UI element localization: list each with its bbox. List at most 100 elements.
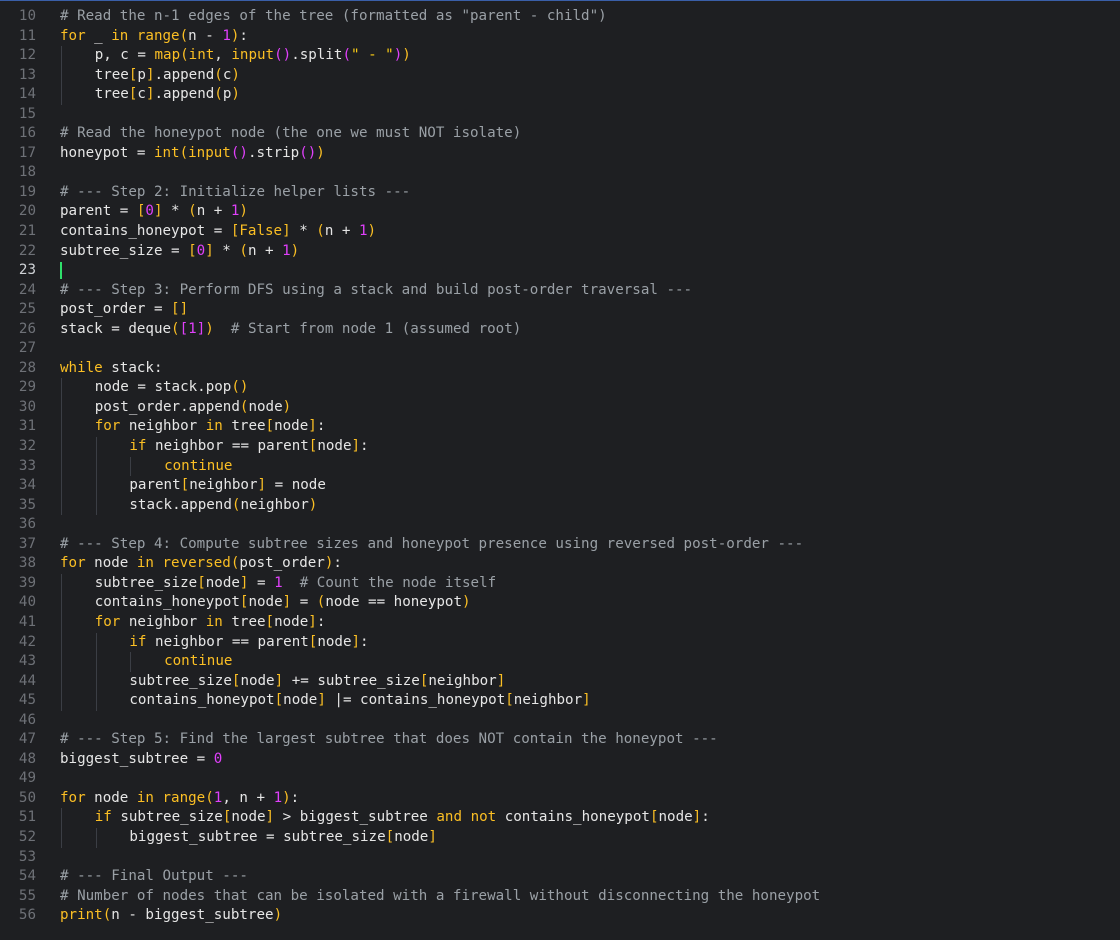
code-text: # Number of nodes that can be isolated w… (60, 887, 820, 907)
code-line[interactable]: 49 (0, 769, 1120, 789)
indent-guide (95, 671, 97, 692)
code-token: 1 (273, 789, 283, 806)
indent-guide (130, 652, 132, 672)
code-token: for (60, 27, 86, 44)
code-line[interactable]: 46 (0, 711, 1120, 731)
code-token: # Count the node itself (299, 574, 497, 591)
code-line[interactable]: 32 if neighbor == parent[node]: (0, 437, 1120, 457)
code-token: ] (145, 86, 155, 103)
code-line[interactable]: 51 if subtree_size[node] > biggest_subtre… (0, 808, 1120, 828)
code-token: reversed (162, 555, 231, 572)
code-line[interactable]: 33 continue (0, 456, 1120, 477)
indent-guide (61, 85, 62, 105)
line-number: 39 (18, 574, 36, 591)
line-number: 28 (18, 359, 36, 376)
code-line[interactable]: 29 node = stack.pop() (0, 378, 1120, 398)
code-line[interactable]: 44 subtree_size[node] += subtree_size[nei… (0, 671, 1120, 692)
line-number: 31 (18, 418, 36, 435)
code-token: [ (505, 692, 514, 709)
code-line[interactable]: 50 for node in range(1, n + 1): (0, 789, 1120, 809)
code-token: ] (317, 692, 326, 709)
code-token: for (94, 418, 121, 435)
code-token: = (291, 594, 317, 611)
code-line[interactable]: 30 post_order.append(node) (0, 397, 1120, 418)
code-line[interactable]: 22 subtree_size = [0] * (n + 1) (0, 242, 1120, 262)
code-line[interactable]: 41 for neighbor in tree[node]: (0, 612, 1120, 633)
code-line[interactable]: 23 (0, 261, 1120, 281)
code-line[interactable]: 39 subtree_size[node] = 1 # Count the nod… (0, 573, 1120, 594)
code-line[interactable]: 13 tree[p].append(c) (0, 65, 1120, 86)
line-number: 30 (18, 398, 36, 415)
code-line[interactable]: 40 contains_honeypot[node] = (node == hon… (0, 593, 1120, 613)
code-line[interactable]: 28 while stack: (0, 359, 1120, 379)
code-text: parent[neighbor] = node (129, 476, 325, 496)
code-line[interactable]: 24 # --- Step 3: Perform DFS using a stac… (0, 281, 1120, 301)
code-line[interactable]: 20 parent = [0] * (n + 1) (0, 202, 1120, 222)
code-line[interactable]: 19 # --- Step 2: Initialize helper lists … (0, 183, 1120, 203)
code-line[interactable]: 38 for node in reversed(post_order): (0, 554, 1120, 574)
code-token: ] (308, 613, 317, 630)
code-line[interactable]: 36 (0, 515, 1120, 535)
code-token: neighbor (120, 418, 206, 435)
code-text: for neighbor in tree[node]: (95, 417, 326, 437)
code-line[interactable]: 10 # Read the n-1 edges of the tree (form… (0, 7, 1120, 27)
code-line[interactable]: 26 stack = deque([1]) # Start from node 1… (0, 320, 1120, 340)
code-token: : (333, 555, 342, 572)
code-token: ] (153, 203, 163, 220)
code-line[interactable]: 12 p, c = map(int, input().split(" - ")) (0, 46, 1120, 66)
code-token: [ (265, 418, 275, 435)
code-token: node (231, 809, 266, 826)
code-line[interactable]: 35 stack.append(neighbor) (0, 495, 1120, 516)
indent-guide (95, 456, 97, 477)
indent-guide (95, 691, 97, 711)
code-line[interactable]: 47 # --- Step 5: Find the largest subtree… (0, 730, 1120, 750)
code-line[interactable]: 17 honeypot = int(input().strip()) (0, 144, 1120, 164)
code-token: node = stack.pop (94, 379, 232, 396)
code-line[interactable]: 48 biggest_subtree = 0 (0, 750, 1120, 770)
code-token: node (85, 789, 137, 806)
code-text: tree[p].append(c) (95, 66, 240, 86)
code-line[interactable]: 53 (0, 848, 1120, 868)
code-lines: 10 # Read the n-1 edges of the tree (form… (0, 7, 1120, 926)
text-cursor (60, 262, 62, 280)
code-token: # --- Final Output --- (60, 868, 248, 885)
code-token: # --- Step 3: Perform DFS using a stack … (60, 281, 693, 298)
code-line[interactable]: 56 print(n - biggest_subtree) (0, 906, 1120, 926)
code-token: in (136, 789, 154, 806)
code-line[interactable]: 55 # Number of nodes that can be isolated… (0, 887, 1120, 907)
indent-guide (61, 456, 62, 477)
code-editor[interactable]: 10 # Read the n-1 edges of the tree (form… (0, 0, 1120, 940)
code-text: node = stack.pop() (95, 378, 249, 398)
indent-guide (61, 46, 62, 66)
code-text: if neighbor == parent[node]: (129, 437, 368, 457)
line-number: 26 (18, 320, 36, 337)
code-text: for node in reversed(post_order): (60, 554, 342, 574)
code-line[interactable]: 18 (0, 163, 1120, 183)
code-token: 0 (213, 750, 223, 767)
code-line[interactable]: 31 for neighbor in tree[node]: (0, 417, 1120, 438)
code-token: n + (196, 203, 231, 220)
code-token: print (60, 907, 103, 924)
code-line[interactable]: 42 if neighbor == parent[node]: (0, 632, 1120, 653)
code-line[interactable]: 15 (0, 105, 1120, 125)
code-line[interactable]: 54 # --- Final Output --- (0, 867, 1120, 887)
code-line[interactable]: 25 post_order = [] (0, 300, 1120, 320)
code-line[interactable]: 27 (0, 339, 1120, 359)
code-token: ( (188, 203, 197, 220)
code-token: tree (222, 418, 266, 435)
code-token: tree (222, 613, 266, 630)
code-line[interactable]: 14 tree[c].append(p) (0, 85, 1120, 105)
code-line[interactable]: 21 contains_honeypot = [False] * (n + 1) (0, 222, 1120, 242)
code-line[interactable]: 11 for _ in range(n - 1): (0, 27, 1120, 47)
code-line[interactable]: 43 continue (0, 652, 1120, 672)
code-line[interactable]: 34 parent[neighbor] = node (0, 476, 1120, 496)
code-line[interactable]: 45 contains_honeypot[node] |= contains_ho… (0, 691, 1120, 711)
code-token: node (248, 594, 283, 611)
code-line[interactable]: 37 # --- Step 4: Compute subtree sizes an… (0, 535, 1120, 555)
code-line[interactable]: 16 # Read the honeypot node (the one we m… (0, 124, 1120, 144)
line-number: 37 (18, 535, 36, 552)
indent-guide (61, 652, 62, 672)
code-token: ] (257, 477, 267, 494)
code-line[interactable]: 52 biggest_subtree = subtree_size[node] (0, 827, 1120, 848)
code-text: parent = [0] * (n + 1) (60, 202, 248, 222)
